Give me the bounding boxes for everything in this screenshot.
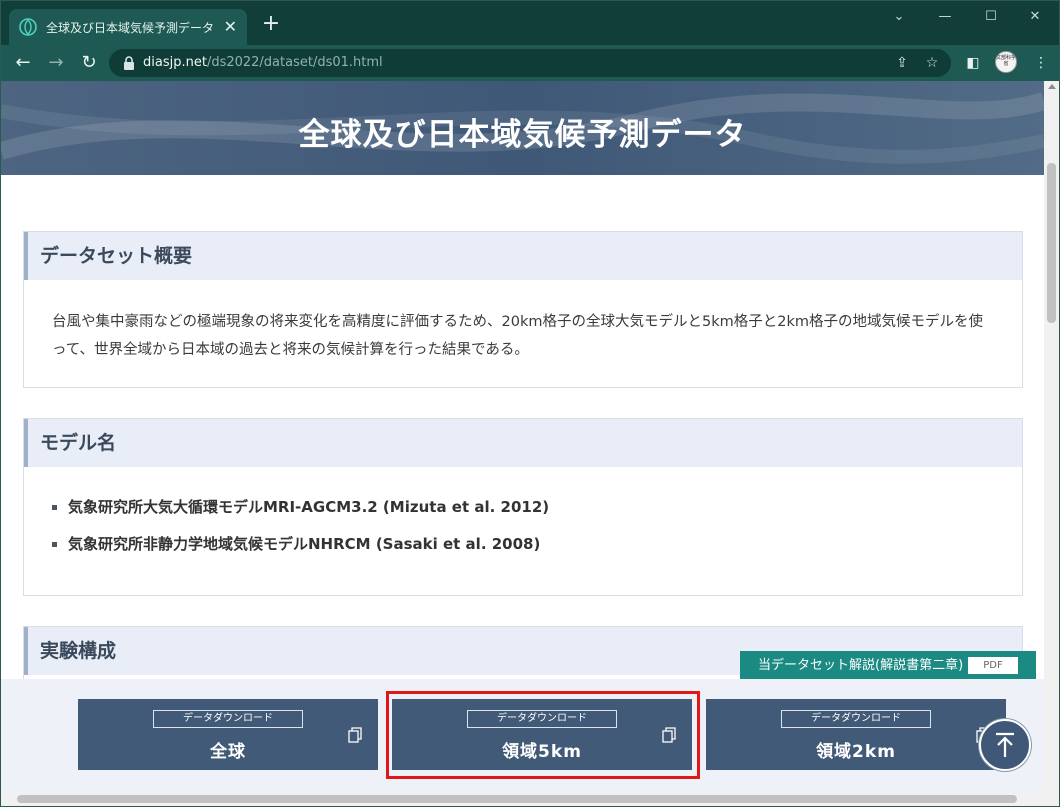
- model-list: 気象研究所大気大循環モデルMRI-AGCM3.2 (Mizuta et al. …: [52, 489, 994, 563]
- close-window-icon[interactable]: ✕: [1025, 7, 1045, 27]
- overview-heading: データセット概要: [24, 232, 1022, 280]
- model-body: 気象研究所大気大循環モデルMRI-AGCM3.2 (Mizuta et al. …: [24, 467, 1022, 563]
- overview-section: データセット概要 台風や集中豪雨などの極端現象の将来変化を高精度に評価するため、…: [23, 231, 1023, 388]
- download-region2km-button[interactable]: データダウンロード 領域2km: [706, 699, 1006, 770]
- download-global-button[interactable]: データダウンロード 全球: [78, 699, 378, 770]
- reload-icon[interactable]: ↻: [77, 51, 101, 75]
- model-section: モデル名 気象研究所大気大循環モデルMRI-AGCM3.2 (Mizuta et…: [23, 418, 1023, 596]
- bookmark-star-icon[interactable]: ☆: [923, 54, 941, 72]
- horizontal-scrollbar[interactable]: [1, 792, 1059, 806]
- maximize-icon[interactable]: ☐: [981, 7, 1001, 27]
- horizontal-scroll-thumb[interactable]: [17, 795, 1017, 803]
- vertical-scrollbar[interactable]: [1044, 81, 1059, 792]
- page-hero: 全球及び日本域気候予測データ: [1, 81, 1044, 175]
- url-host: diasjp.net: [143, 55, 207, 70]
- minimize-icon[interactable]: —: [935, 7, 955, 27]
- list-item: 気象研究所大気大循環モデルMRI-AGCM3.2 (Mizuta et al. …: [52, 489, 994, 526]
- browser-tab-active[interactable]: 全球及び日本域気候予測データ | D ✕: [9, 9, 247, 45]
- back-arrow-icon[interactable]: ←: [11, 51, 35, 75]
- dias-favicon-icon: [19, 18, 37, 36]
- back-to-top-button[interactable]: [979, 719, 1031, 771]
- tab-close-icon[interactable]: ✕: [224, 19, 237, 35]
- highlight-box: [386, 691, 700, 779]
- side-panel-icon[interactable]: ◧: [963, 53, 983, 73]
- pdf-badge: PDF: [968, 657, 1018, 674]
- forward-arrow-icon[interactable]: →: [44, 51, 68, 75]
- tab-title: 全球及び日本域気候予測データ | D: [46, 20, 216, 35]
- download-tag: データダウンロード: [781, 710, 931, 728]
- pdf-explanation-link[interactable]: 当データセット解説(解説書第二章) PDF: [740, 651, 1036, 680]
- arrow-up-icon: [996, 732, 1014, 757]
- new-tab-button[interactable]: +: [259, 13, 283, 35]
- browser-window: 全球及び日本域気候予測データ | D ✕ + ⌄ — ☐ ✕ ← → ↻ dia…: [0, 0, 1060, 807]
- share-icon[interactable]: ⇪: [893, 54, 911, 72]
- tab-search-icon[interactable]: ⌄: [889, 7, 909, 27]
- menu-kebab-icon[interactable]: ⋮: [1031, 53, 1051, 73]
- list-item: 気象研究所非静力学地域気候モデルNHRCM (Sasaki et al. 200…: [52, 526, 994, 563]
- scroll-up-arrow-icon[interactable]: [1048, 84, 1056, 89]
- overview-text: 台風や集中豪雨などの極端現象の将来変化を高精度に評価するため、20km格子の全球…: [52, 314, 983, 358]
- tab-strip: 全球及び日本域気候予測データ | D ✕ + ⌄ — ☐ ✕: [1, 1, 1059, 45]
- url-path: /ds2022/dataset/ds01.html: [206, 55, 383, 70]
- download-tag: データダウンロード: [153, 710, 303, 728]
- lock-icon: [124, 56, 134, 70]
- url-text: diasjp.net/ds2022/dataset/ds01.html: [143, 55, 383, 70]
- model-heading: モデル名: [24, 419, 1022, 467]
- download-label: 全球: [210, 742, 246, 762]
- external-link-icon: [348, 727, 362, 743]
- page-title: 全球及び日本域気候予測データ: [298, 117, 747, 153]
- browser-toolbar: ← → ↻ diasjp.net/ds2022/dataset/ds01.htm…: [1, 45, 1059, 81]
- address-bar[interactable]: diasjp.net/ds2022/dataset/ds01.html ⇪ ☆: [109, 49, 951, 77]
- page-viewport: 全球及び日本域気候予測データ データセット概要 台風や集中豪雨などの極端現象の将…: [1, 81, 1059, 806]
- vertical-scroll-thumb[interactable]: [1047, 163, 1056, 323]
- download-label: 領域2km: [816, 742, 896, 762]
- profile-avatar[interactable]: 文部科学省: [995, 51, 1017, 73]
- pdf-link-label: 当データセット解説(解説書第二章): [758, 658, 964, 673]
